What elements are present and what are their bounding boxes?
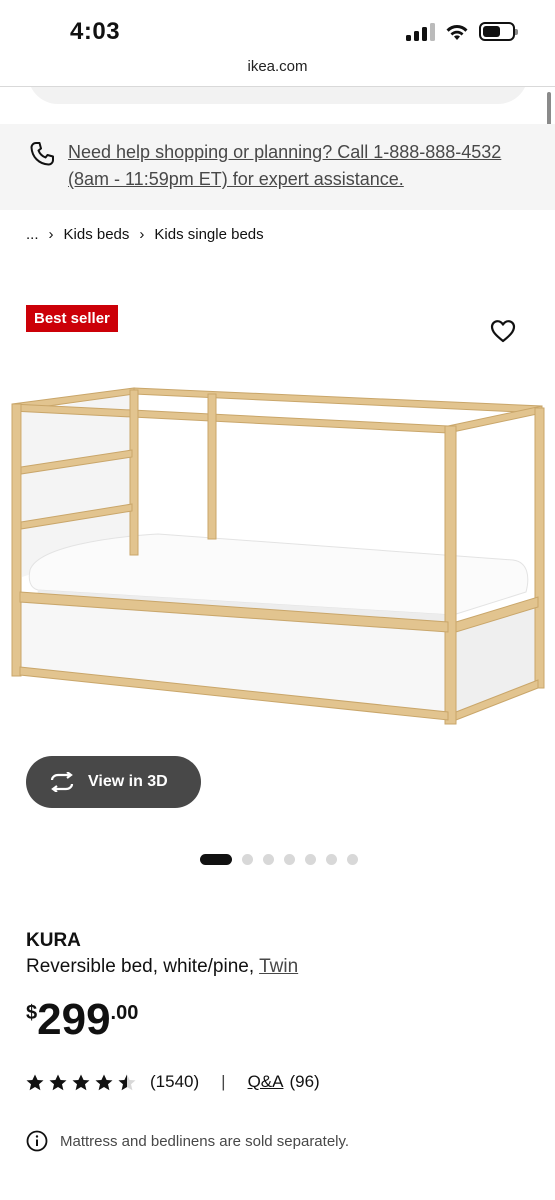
qa-link[interactable]: Q&A	[248, 1072, 284, 1092]
rating-count[interactable]: (1540)	[150, 1072, 199, 1092]
rotate-3d-icon	[50, 772, 74, 792]
breadcrumb: ... › Kids beds › Kids single beds	[26, 226, 264, 243]
carousel-dot[interactable]	[284, 854, 295, 865]
carousel-dot[interactable]	[242, 854, 253, 865]
product-price: $ 299 .00	[26, 996, 138, 1044]
rating-divider: |	[221, 1072, 226, 1091]
carousel-dot[interactable]	[263, 854, 274, 865]
price-currency: $	[26, 1002, 38, 1024]
qa-count: (96)	[289, 1072, 320, 1091]
status-icons	[406, 22, 518, 41]
info-icon	[26, 1130, 48, 1152]
battery-icon	[479, 22, 518, 41]
view-in-3d-label: View in 3D	[88, 773, 168, 790]
product-description-text: Reversible bed, white/pine,	[26, 956, 255, 977]
star-icon	[95, 1074, 113, 1090]
status-time: 4:03	[70, 18, 121, 45]
notice-text: Mattress and bedlinens are sold separate…	[60, 1132, 350, 1150]
heart-icon[interactable]	[490, 319, 516, 343]
view-in-3d-button[interactable]: View in 3D	[26, 756, 201, 808]
half-star-icon	[118, 1074, 136, 1090]
carousel-dot[interactable]	[305, 854, 316, 865]
star-icon	[49, 1074, 67, 1090]
url-bar[interactable]: ikea.com	[0, 58, 555, 75]
best-seller-badge: Best seller	[26, 305, 118, 332]
product-image[interactable]	[8, 382, 548, 732]
price-integer: 299	[37, 995, 111, 1044]
carousel-dot[interactable]	[347, 854, 358, 865]
status-bar: 4:03	[0, 0, 555, 60]
chevron-right-icon: ›	[48, 226, 54, 243]
product-name: KURA	[26, 930, 81, 951]
signal-icon	[406, 22, 435, 41]
rating-row: (1540) | Q&A (96)	[26, 1072, 320, 1092]
chevron-right-icon: ›	[139, 226, 145, 243]
star-icon	[72, 1074, 90, 1090]
product-notice: Mattress and bedlinens are sold separate…	[26, 1130, 349, 1152]
breadcrumb-kids-beds[interactable]: Kids beds	[64, 226, 130, 243]
search-field-edge[interactable]	[28, 87, 528, 104]
carousel-dots	[200, 854, 358, 865]
phone-icon	[30, 142, 54, 166]
carousel-dot[interactable]	[200, 854, 232, 865]
help-banner: Need help shopping or planning? Call 1-8…	[0, 124, 555, 210]
product-description: Reversible bed, white/pine, Twin	[26, 956, 298, 978]
price-decimal: .00	[110, 1002, 139, 1024]
wifi-icon	[446, 24, 468, 40]
breadcrumb-kids-single-beds[interactable]: Kids single beds	[154, 226, 263, 243]
url-divider	[0, 86, 555, 87]
carousel-dot[interactable]	[326, 854, 337, 865]
help-phone-link[interactable]: Need help shopping or planning? Call 1-8…	[68, 139, 538, 193]
breadcrumb-ellipsis[interactable]: ...	[26, 226, 39, 243]
size-link[interactable]: Twin	[259, 956, 298, 977]
star-icon	[26, 1074, 44, 1090]
rating-stars[interactable]	[26, 1074, 136, 1091]
